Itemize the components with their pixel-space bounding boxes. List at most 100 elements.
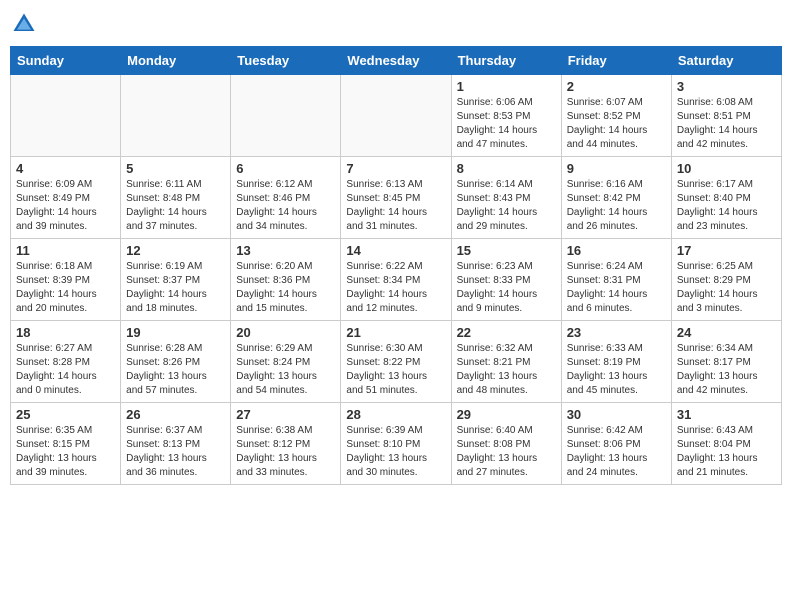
calendar-cell: 7 Sunrise: 6:13 AM Sunset: 8:45 PM Daylig… xyxy=(341,157,451,239)
week-row-1: 1Sunrise: 6:06 AM Sunset: 8:53 PM Daylig… xyxy=(11,75,782,157)
calendar-cell: 5 Sunrise: 6:11 AM Sunset: 8:48 PM Daylig… xyxy=(121,157,231,239)
day-number: 3 xyxy=(677,79,776,94)
calendar-cell: 21 Sunrise: 6:30 AM Sunset: 8:22 PM Dayli… xyxy=(341,321,451,403)
header-day-sunday: Sunday xyxy=(11,47,121,75)
calendar-cell: 3 Sunrise: 6:08 AM Sunset: 8:51 PM Daylig… xyxy=(671,75,781,157)
day-number: 1 xyxy=(457,79,556,94)
day-number: 6 xyxy=(236,161,335,176)
day-number: 20 xyxy=(236,325,335,340)
week-row-5: 25 Sunrise: 6:35 AM Sunset: 8:15 PM Dayli… xyxy=(11,403,782,485)
calendar-cell: 14 Sunrise: 6:22 AM Sunset: 8:34 PM Dayli… xyxy=(341,239,451,321)
day-number: 11 xyxy=(16,243,115,258)
day-number: 24 xyxy=(677,325,776,340)
calendar-cell: 15 Sunrise: 6:23 AM Sunset: 8:33 PM Dayli… xyxy=(451,239,561,321)
day-number: 16 xyxy=(567,243,666,258)
day-number: 26 xyxy=(126,407,225,422)
page-header xyxy=(10,10,782,38)
calendar-cell: 6Sunrise: 6:12 AM Sunset: 8:46 PM Daylig… xyxy=(231,157,341,239)
header-day-friday: Friday xyxy=(561,47,671,75)
calendar-cell xyxy=(341,75,451,157)
day-number: 17 xyxy=(677,243,776,258)
cell-info: Sunrise: 6:09 AM Sunset: 8:49 PM Dayligh… xyxy=(16,178,115,234)
cell-info: Sunrise: 6:39 AM Sunset: 8:10 PM Dayligh… xyxy=(346,424,445,480)
cell-info: Sunrise: 6:37 AM Sunset: 8:13 PM Dayligh… xyxy=(126,424,225,480)
day-number: 25 xyxy=(16,407,115,422)
day-number: 8 xyxy=(457,161,556,176)
header-day-wednesday: Wednesday xyxy=(341,47,451,75)
calendar-cell: 24 Sunrise: 6:34 AM Sunset: 8:17 PM Dayli… xyxy=(671,321,781,403)
day-number: 7 xyxy=(346,161,445,176)
calendar-cell: 22 Sunrise: 6:32 AM Sunset: 8:21 PM Dayli… xyxy=(451,321,561,403)
cell-info: Sunrise: 6:24 AM Sunset: 8:31 PM Dayligh… xyxy=(567,260,666,316)
day-number: 13 xyxy=(236,243,335,258)
calendar-cell: 12 Sunrise: 6:19 AM Sunset: 8:37 PM Dayli… xyxy=(121,239,231,321)
week-row-3: 11 Sunrise: 6:18 AM Sunset: 8:39 PM Dayli… xyxy=(11,239,782,321)
header-day-monday: Monday xyxy=(121,47,231,75)
cell-info: Sunrise: 6:14 AM Sunset: 8:43 PM Dayligh… xyxy=(457,178,556,234)
calendar-cell: 18 Sunrise: 6:27 AM Sunset: 8:28 PM Dayli… xyxy=(11,321,121,403)
cell-info: Sunrise: 6:11 AM Sunset: 8:48 PM Dayligh… xyxy=(126,178,225,234)
cell-info: Sunrise: 6:33 AM Sunset: 8:19 PM Dayligh… xyxy=(567,342,666,398)
calendar-cell: 28 Sunrise: 6:39 AM Sunset: 8:10 PM Dayli… xyxy=(341,403,451,485)
header-day-saturday: Saturday xyxy=(671,47,781,75)
day-number: 4 xyxy=(16,161,115,176)
cell-info: Sunrise: 6:34 AM Sunset: 8:17 PM Dayligh… xyxy=(677,342,776,398)
logo xyxy=(10,10,42,38)
day-number: 2 xyxy=(567,79,666,94)
cell-info: Sunrise: 6:23 AM Sunset: 8:33 PM Dayligh… xyxy=(457,260,556,316)
day-number: 27 xyxy=(236,407,335,422)
cell-info: Sunrise: 6:19 AM Sunset: 8:37 PM Dayligh… xyxy=(126,260,225,316)
calendar-cell: 2 Sunrise: 6:07 AM Sunset: 8:52 PM Daylig… xyxy=(561,75,671,157)
calendar-cell: 30Sunrise: 6:42 AM Sunset: 8:06 PM Dayli… xyxy=(561,403,671,485)
cell-info: Sunrise: 6:18 AM Sunset: 8:39 PM Dayligh… xyxy=(16,260,115,316)
cell-info: Sunrise: 6:35 AM Sunset: 8:15 PM Dayligh… xyxy=(16,424,115,480)
cell-info: Sunrise: 6:28 AM Sunset: 8:26 PM Dayligh… xyxy=(126,342,225,398)
cell-info: Sunrise: 6:42 AM Sunset: 8:06 PM Dayligh… xyxy=(567,424,666,480)
calendar-cell: 17 Sunrise: 6:25 AM Sunset: 8:29 PM Dayli… xyxy=(671,239,781,321)
cell-info: Sunrise: 6:38 AM Sunset: 8:12 PM Dayligh… xyxy=(236,424,335,480)
day-number: 28 xyxy=(346,407,445,422)
calendar-cell: 9Sunrise: 6:16 AM Sunset: 8:42 PM Daylig… xyxy=(561,157,671,239)
cell-info: Sunrise: 6:20 AM Sunset: 8:36 PM Dayligh… xyxy=(236,260,335,316)
day-number: 19 xyxy=(126,325,225,340)
cell-info: Sunrise: 6:43 AM Sunset: 8:04 PM Dayligh… xyxy=(677,424,776,480)
calendar-cell: 20Sunrise: 6:29 AM Sunset: 8:24 PM Dayli… xyxy=(231,321,341,403)
logo-icon xyxy=(10,10,38,38)
day-number: 18 xyxy=(16,325,115,340)
calendar-cell: 19 Sunrise: 6:28 AM Sunset: 8:26 PM Dayli… xyxy=(121,321,231,403)
calendar-cell: 4 Sunrise: 6:09 AM Sunset: 8:49 PM Daylig… xyxy=(11,157,121,239)
cell-info: Sunrise: 6:32 AM Sunset: 8:21 PM Dayligh… xyxy=(457,342,556,398)
calendar-cell: 26 Sunrise: 6:37 AM Sunset: 8:13 PM Dayli… xyxy=(121,403,231,485)
day-number: 21 xyxy=(346,325,445,340)
calendar-cell: 16 Sunrise: 6:24 AM Sunset: 8:31 PM Dayli… xyxy=(561,239,671,321)
calendar-cell: 23 Sunrise: 6:33 AM Sunset: 8:19 PM Dayli… xyxy=(561,321,671,403)
day-number: 10 xyxy=(677,161,776,176)
cell-info: Sunrise: 6:22 AM Sunset: 8:34 PM Dayligh… xyxy=(346,260,445,316)
cell-info: Sunrise: 6:25 AM Sunset: 8:29 PM Dayligh… xyxy=(677,260,776,316)
day-number: 14 xyxy=(346,243,445,258)
calendar-cell: 10 Sunrise: 6:17 AM Sunset: 8:40 PM Dayli… xyxy=(671,157,781,239)
calendar-cell: 1Sunrise: 6:06 AM Sunset: 8:53 PM Daylig… xyxy=(451,75,561,157)
cell-info: Sunrise: 6:27 AM Sunset: 8:28 PM Dayligh… xyxy=(16,342,115,398)
day-number: 12 xyxy=(126,243,225,258)
calendar-cell xyxy=(121,75,231,157)
cell-info: Sunrise: 6:13 AM Sunset: 8:45 PM Dayligh… xyxy=(346,178,445,234)
header-day-thursday: Thursday xyxy=(451,47,561,75)
day-number: 22 xyxy=(457,325,556,340)
calendar-cell xyxy=(231,75,341,157)
day-number: 31 xyxy=(677,407,776,422)
cell-info: Sunrise: 6:07 AM Sunset: 8:52 PM Dayligh… xyxy=(567,96,666,152)
day-number: 15 xyxy=(457,243,556,258)
week-row-2: 4 Sunrise: 6:09 AM Sunset: 8:49 PM Daylig… xyxy=(11,157,782,239)
cell-info: Sunrise: 6:40 AM Sunset: 8:08 PM Dayligh… xyxy=(457,424,556,480)
calendar-cell: 27 Sunrise: 6:38 AM Sunset: 8:12 PM Dayli… xyxy=(231,403,341,485)
cell-info: Sunrise: 6:17 AM Sunset: 8:40 PM Dayligh… xyxy=(677,178,776,234)
day-number: 5 xyxy=(126,161,225,176)
calendar-table: SundayMondayTuesdayWednesdayThursdayFrid… xyxy=(10,46,782,485)
calendar-cell: 25 Sunrise: 6:35 AM Sunset: 8:15 PM Dayli… xyxy=(11,403,121,485)
week-row-4: 18 Sunrise: 6:27 AM Sunset: 8:28 PM Dayli… xyxy=(11,321,782,403)
cell-info: Sunrise: 6:08 AM Sunset: 8:51 PM Dayligh… xyxy=(677,96,776,152)
cell-info: Sunrise: 6:30 AM Sunset: 8:22 PM Dayligh… xyxy=(346,342,445,398)
day-number: 23 xyxy=(567,325,666,340)
cell-info: Sunrise: 6:16 AM Sunset: 8:42 PM Dayligh… xyxy=(567,178,666,234)
